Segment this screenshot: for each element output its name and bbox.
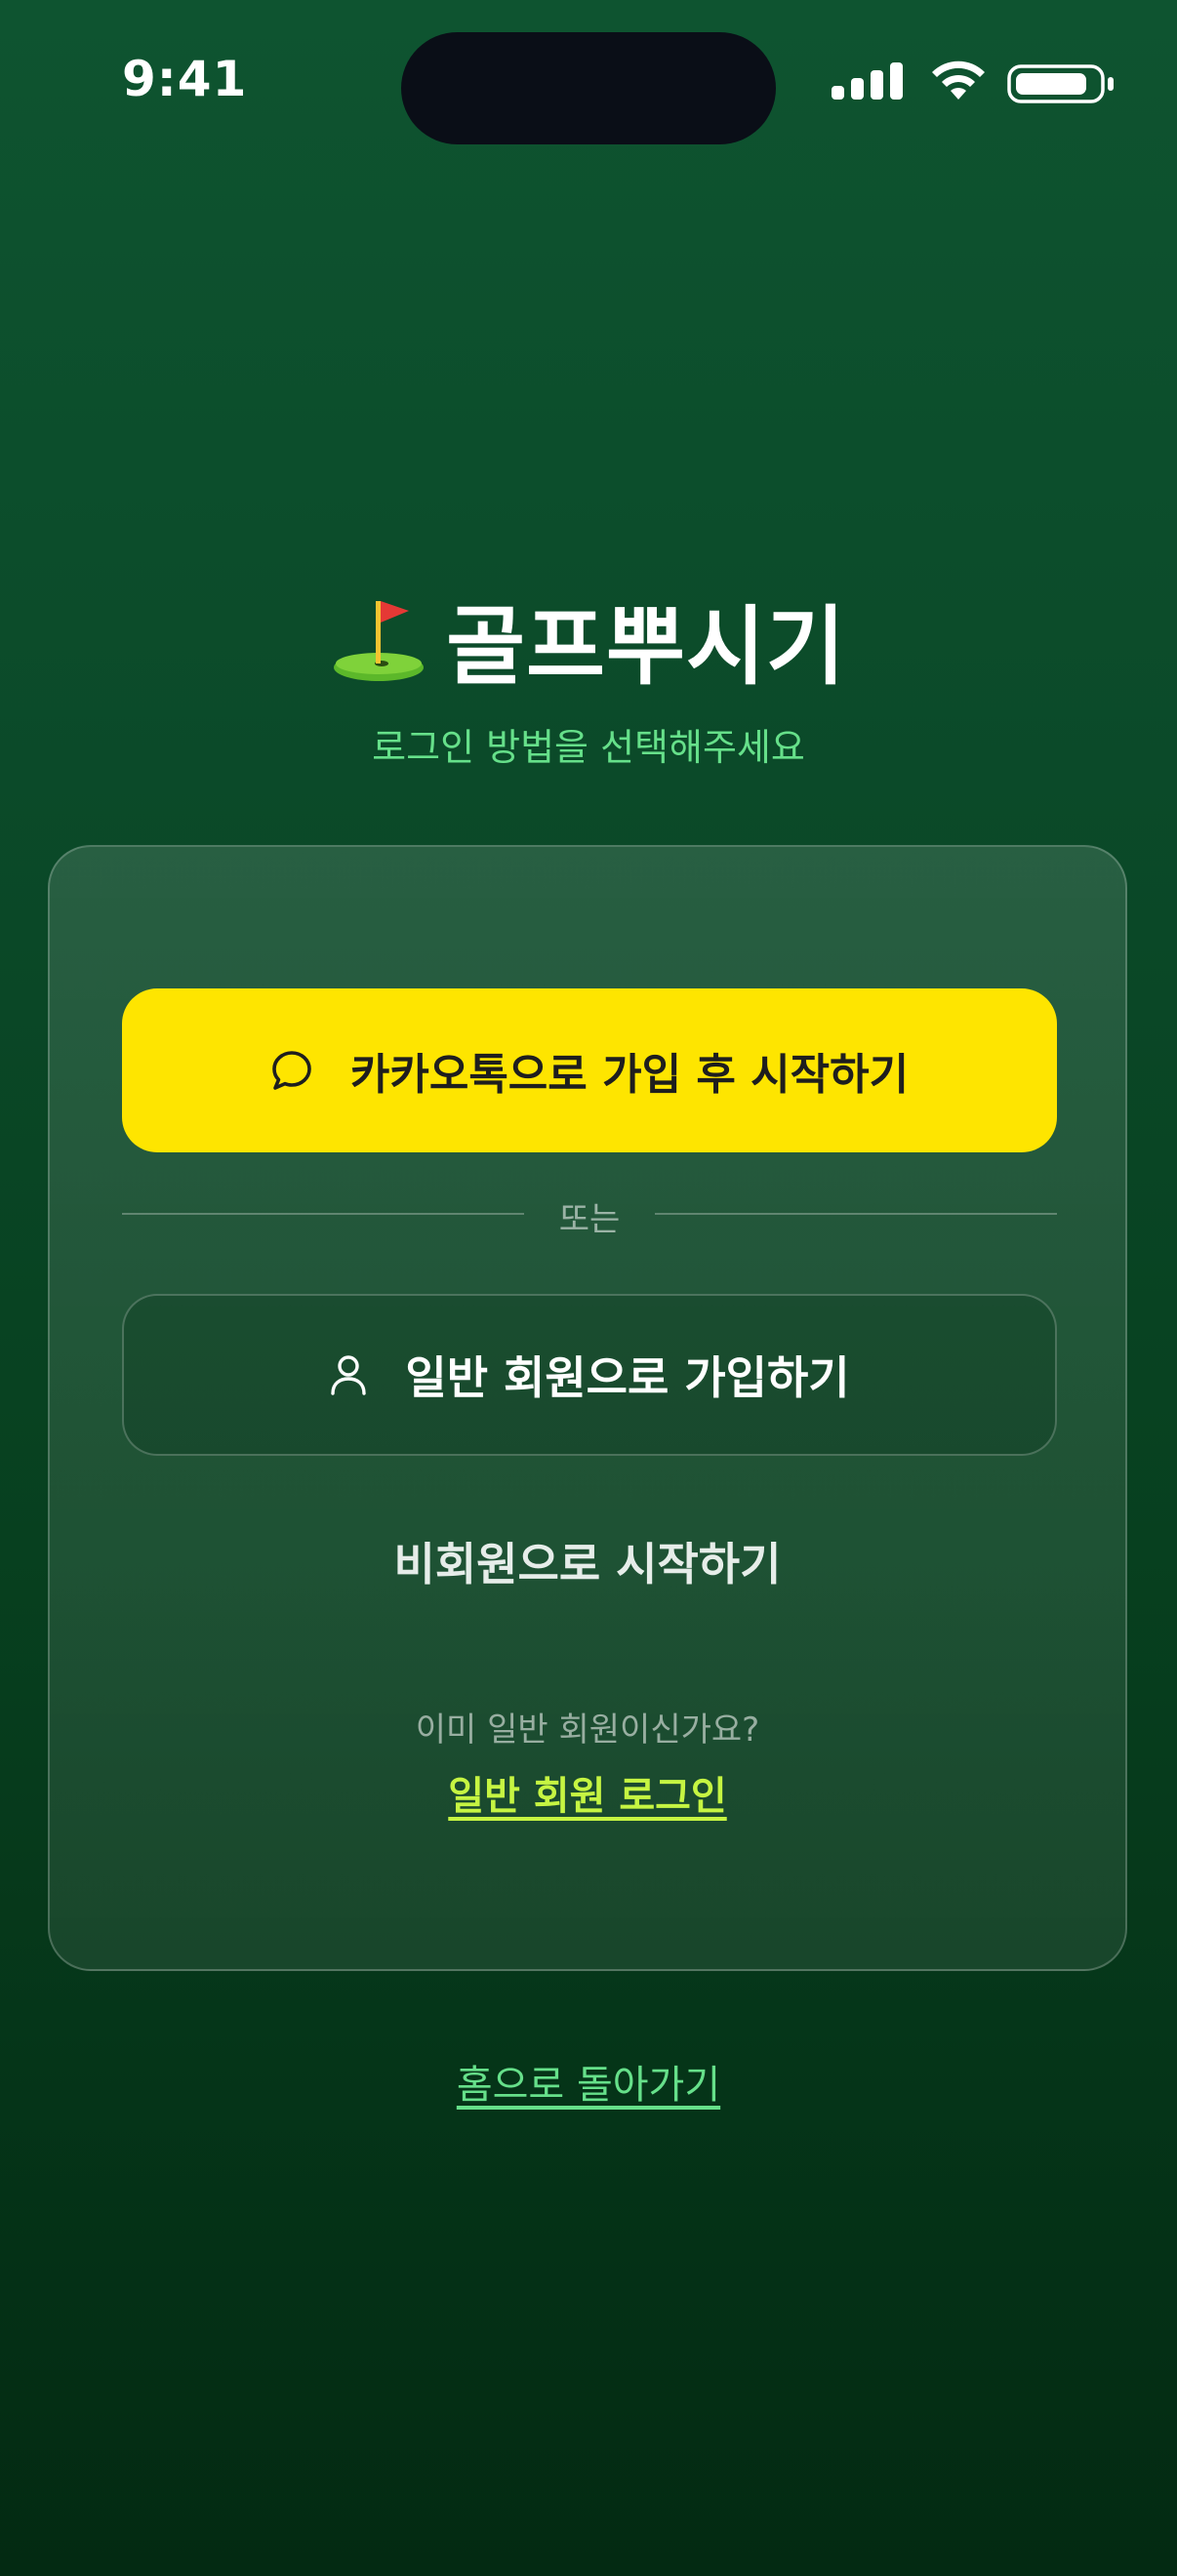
member-login-link[interactable]: 일반 회원 로그인	[50, 1764, 1125, 1821]
wifi-icon	[932, 60, 985, 100]
or-divider: 또는	[122, 1188, 1057, 1239]
signal-icon	[832, 62, 903, 100]
battery-icon	[1007, 64, 1114, 103]
user-icon	[331, 1355, 367, 1395]
member-signup-button[interactable]: 일반 회원으로 가입하기	[122, 1294, 1057, 1456]
status-bar: 9:41	[0, 0, 1177, 166]
back-home-link[interactable]: 홈으로 돌아가기	[0, 2053, 1177, 2110]
status-icons	[832, 60, 1134, 109]
already-member-text: 이미 일반 회원이신가요?	[415, 1711, 760, 1750]
kakao-signup-button[interactable]: 카카오톡으로 가입 후 시작하기	[122, 988, 1057, 1152]
chat-bubble-icon	[272, 1051, 311, 1090]
brand-header: 골프뿌시기	[0, 578, 1177, 702]
kakao-signup-label: 카카오톡으로 가입 후 시작하기	[349, 1050, 910, 1100]
app-title: 골프뿌시기	[446, 596, 846, 697]
guest-start-button[interactable]: 비회원으로 시작하기	[50, 1520, 1125, 1608]
dynamic-island	[401, 32, 776, 144]
status-time: 9:41	[122, 51, 248, 107]
login-card: 카카오톡으로 가입 후 시작하기 또는 일반 회원으로 가입하기 비회원으로 시…	[48, 845, 1127, 1971]
member-signup-label: 일반 회원으로 가입하기	[405, 1351, 850, 1404]
brand-row: 골프뿌시기	[331, 578, 846, 702]
login-subtitle: 로그인 방법을 선택해주세요	[372, 726, 805, 769]
divider-line-right	[655, 1213, 1057, 1215]
divider-text: 또는	[558, 1200, 621, 1239]
golf-flag-icon	[334, 600, 425, 681]
